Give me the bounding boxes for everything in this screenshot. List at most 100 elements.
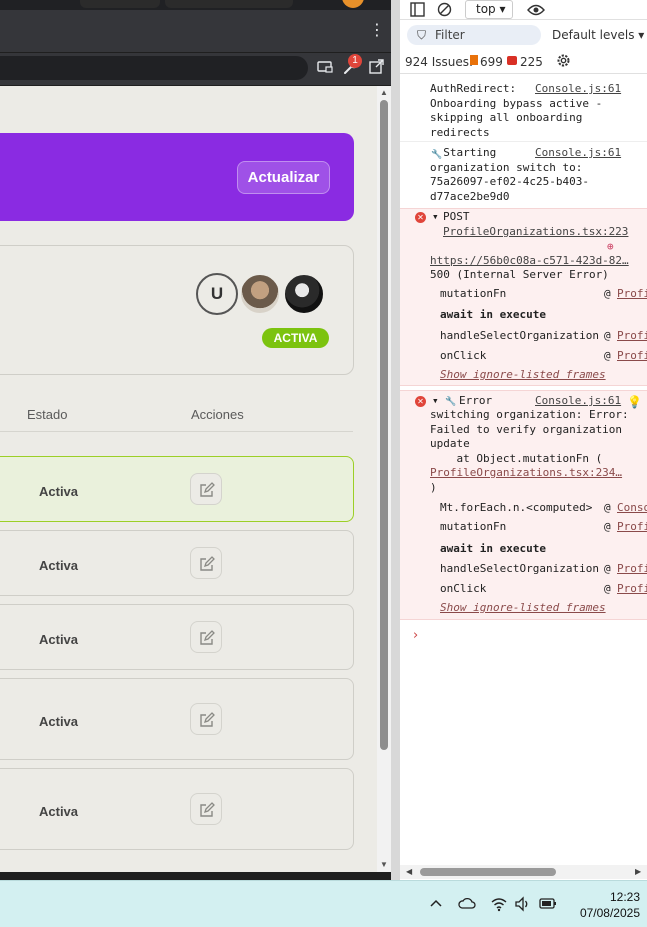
sidebar-toggle-icon[interactable] (410, 2, 425, 21)
scroll-up-arrow-icon[interactable]: ▲ (379, 88, 389, 98)
stack-frame-fn: await in execute (440, 308, 546, 321)
edit-icon (200, 630, 215, 645)
onedrive-cloud-icon[interactable] (458, 896, 476, 914)
issues-info: 225 (520, 55, 543, 69)
request-url[interactable]: https://56b0c08a-c571-423d-82… (430, 254, 629, 269)
edit-button[interactable] (190, 703, 222, 735)
expand-triangle-icon[interactable]: ▾ (432, 210, 439, 225)
table-row[interactable]: Activa (0, 530, 354, 596)
clock-date[interactable]: 07/08/2025 (570, 906, 640, 920)
log-levels-label: Default levels (552, 28, 635, 42)
stack-frame-fn: onClick (440, 582, 487, 595)
scroll-left-arrow-icon[interactable]: ◀ (406, 867, 412, 876)
profile-avatar[interactable] (342, 0, 364, 8)
scroll-thumb[interactable] (380, 100, 388, 750)
scroll-right-arrow-icon[interactable]: ▶ (635, 867, 641, 876)
show-ignored-frames-link[interactable]: Show ignore-listed frames (440, 601, 606, 616)
expand-triangle-icon[interactable]: ▾ (432, 394, 439, 409)
devtools-horizontal-scrollbar[interactable]: ◀ ▶ (400, 865, 647, 879)
chevron-down-icon: ▾ (638, 28, 645, 42)
source-link[interactable]: Console.js:61 (535, 82, 621, 97)
lightbulb-icon[interactable]: 💡 (627, 395, 642, 410)
edit-icon (200, 482, 215, 497)
info-icon (507, 56, 517, 65)
issues-bar[interactable]: 924 Issues: 699 225 (400, 50, 647, 74)
stack-frame-fn: handleSelectOrganization (440, 329, 599, 342)
stack-frame-at: @ (604, 501, 611, 514)
stack-frame-link[interactable]: Conso (617, 501, 647, 516)
edit-button[interactable] (190, 473, 222, 505)
console-prompt[interactable]: › (413, 628, 418, 643)
wifi-icon[interactable] (490, 896, 508, 914)
source-link[interactable]: Console.js:61 (535, 394, 621, 409)
browser-tab[interactable] (80, 0, 160, 8)
edit-icon (200, 802, 215, 817)
table-row[interactable]: Activa (0, 604, 354, 670)
address-bar-row (0, 53, 400, 85)
row-status: Activa (39, 558, 79, 573)
filter-icon: ⛉ (417, 28, 427, 42)
address-bar[interactable] (0, 56, 308, 80)
error-source-link[interactable]: ProfileOrganizations.tsx:234… (430, 466, 622, 481)
stack-frame-link[interactable]: Profi (617, 349, 647, 364)
filter-input[interactable]: ⛉ Filter (407, 25, 541, 45)
chevron-up-icon[interactable] (427, 896, 445, 914)
panel-divider[interactable] (391, 0, 400, 880)
table-divider (0, 431, 353, 432)
stack-frame-at: @ (604, 582, 611, 595)
request-method: POST (443, 210, 470, 223)
error-icon: ✕ (415, 212, 426, 223)
open-external-icon[interactable] (367, 58, 387, 78)
browser-tab[interactable] (165, 0, 293, 8)
devtools-context-bar: top ▾ (400, 0, 647, 20)
stack-frame-at: @ (604, 520, 611, 533)
error-icon: ✕ (415, 396, 426, 407)
table-row[interactable]: Activa (0, 456, 354, 522)
cast-icon[interactable] (316, 58, 336, 78)
edit-icon (200, 556, 215, 571)
taskbar: 12:23 07/08/2025 (0, 880, 647, 927)
source-link[interactable]: Console.js:61 (535, 146, 621, 161)
avatar (283, 273, 325, 315)
stack-frame-link[interactable]: Profi (617, 287, 647, 302)
settings-gear-icon[interactable] (555, 52, 572, 72)
edit-button[interactable] (190, 621, 222, 653)
chevron-down-icon: ▾ (499, 2, 506, 16)
column-header-acciones: Acciones (191, 407, 244, 422)
network-icon[interactable]: ⊕ (607, 240, 614, 255)
request-status: 500 (Internal Server Error) (430, 268, 609, 281)
context-select[interactable]: top ▾ (465, 0, 513, 19)
stack-frame-fn: await in execute (440, 542, 546, 555)
edit-button[interactable] (190, 793, 222, 825)
stack-frame-link[interactable]: Profi (617, 582, 647, 597)
issues-warnings: 699 (480, 55, 503, 69)
status-badge: ACTIVA (262, 328, 329, 348)
error-text-close: ) (430, 481, 437, 494)
devtools-filter-bar: ⛉ Filter Default levels ▾ (400, 22, 647, 50)
clear-console-icon[interactable] (437, 2, 452, 21)
stack-frame-link[interactable]: Profi (617, 520, 647, 535)
stack-frame-fn: Mt.forEach.n.<computed> (440, 501, 593, 514)
console-error-message: ✕ ▾ POST ProfileOrganizations.tsx:223 ⊕ … (400, 208, 647, 386)
browser-menu-icon[interactable]: ⋮ (369, 23, 385, 39)
update-button[interactable]: Actualizar (237, 161, 330, 194)
log-levels-select[interactable]: Default levels ▾ (552, 28, 644, 42)
scroll-thumb[interactable] (420, 868, 556, 876)
battery-icon[interactable] (538, 896, 556, 914)
scroll-down-arrow-icon[interactable]: ▼ (379, 860, 389, 870)
stack-frame-link[interactable]: Profi (617, 329, 647, 344)
row-status: Activa (39, 484, 79, 499)
stack-frame-link[interactable]: Profi (617, 562, 647, 577)
table-row[interactable]: Activa (0, 768, 354, 850)
source-link[interactable]: ProfileOrganizations.tsx:223 (443, 225, 628, 240)
edit-button[interactable] (190, 547, 222, 579)
error-label: Error (459, 394, 493, 407)
devtools-panel: top ▾ ⛉ Filter Default levels ▾ 924 Issu… (400, 0, 647, 880)
row-status: Activa (39, 804, 79, 819)
eye-icon[interactable] (527, 2, 545, 21)
page-scrollbar[interactable]: ▲ ▼ (377, 86, 391, 872)
clock-time[interactable]: 12:23 (590, 890, 640, 904)
table-row[interactable]: Activa (0, 678, 354, 760)
volume-icon[interactable] (514, 896, 532, 914)
show-ignored-frames-link[interactable]: Show ignore-listed frames (440, 368, 606, 383)
